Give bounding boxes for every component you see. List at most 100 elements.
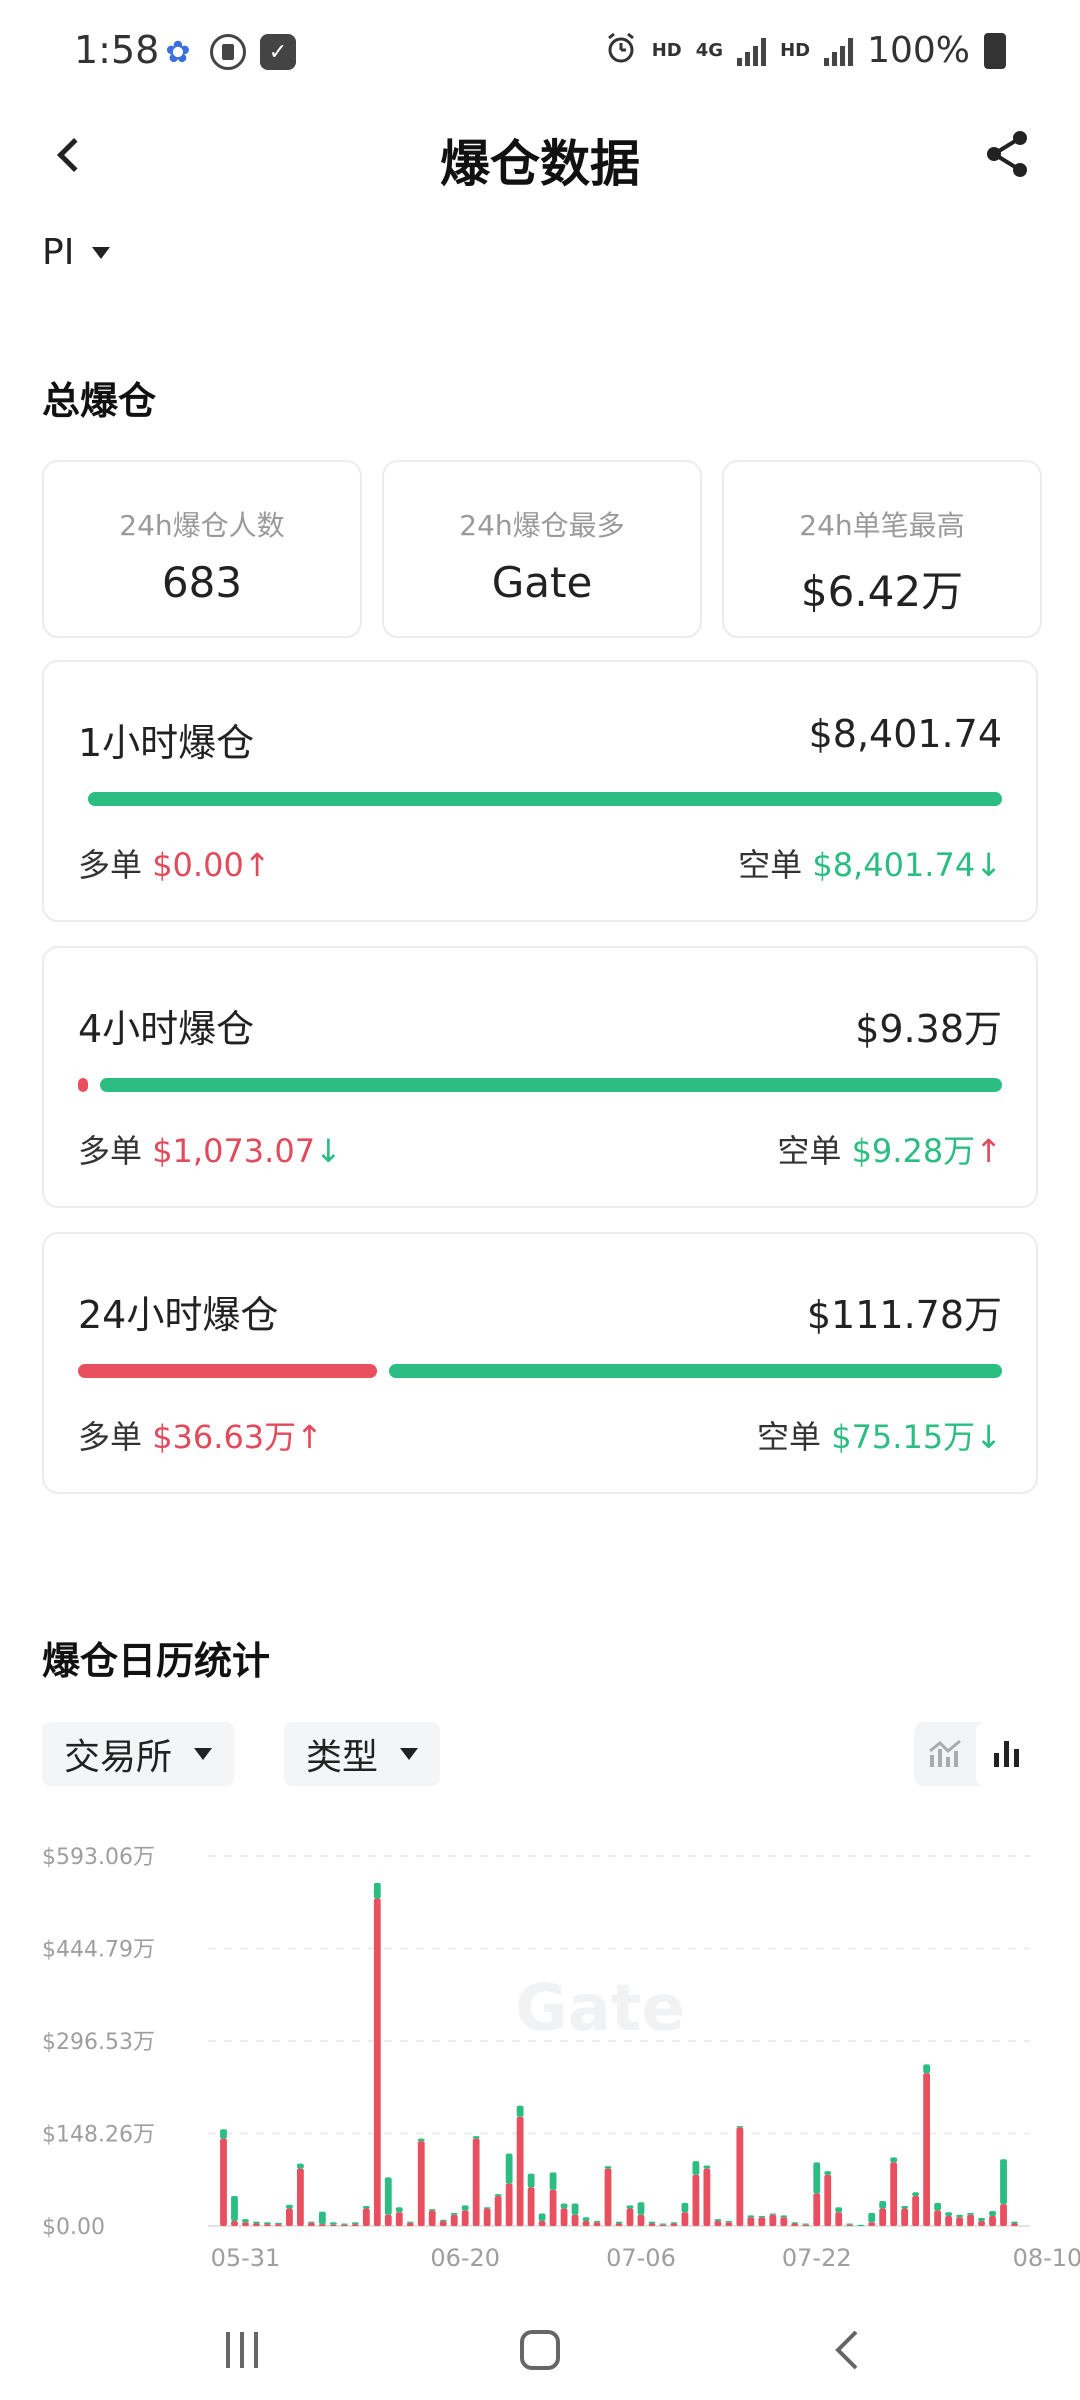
chart-watermark: Gate: [515, 1972, 685, 2046]
bar-short: [725, 2221, 733, 2223]
bar-short: [384, 2177, 392, 2215]
bar-short: [747, 2215, 755, 2218]
bar-short: [220, 2129, 227, 2139]
liquidation-title: 24小时爆仓: [78, 1293, 279, 1337]
recent-apps-button[interactable]: [212, 2320, 272, 2380]
bar-short: [648, 2221, 656, 2224]
bar-long: [879, 2208, 887, 2226]
baidu-paw-icon: ✿: [165, 34, 191, 70]
bar-long: [538, 2221, 546, 2226]
short-segment: [100, 1078, 1002, 1092]
bar-long: [956, 2217, 963, 2226]
bar-short: [439, 2219, 447, 2222]
bar-short: [231, 2196, 238, 2222]
bar-long: [637, 2214, 645, 2226]
bar-long: [428, 2210, 436, 2226]
y-tick-label: $0.00: [42, 2215, 105, 2240]
bar-long: [670, 2223, 678, 2226]
bar-long: [286, 2208, 293, 2226]
y-tick-label: $593.06万: [42, 1845, 155, 1870]
home-icon: [520, 2330, 560, 2370]
liquidation-card-1h: 1小时爆仓 $8,401.74 多单 $0.00↑ 空单 $8,401.74↓: [42, 660, 1038, 922]
bar-long: [472, 2138, 480, 2226]
status-time: 1:58: [74, 28, 160, 72]
bar-long: [923, 2073, 931, 2226]
bar-chart-view-button[interactable]: [976, 1722, 1038, 1786]
bar-short: [824, 2171, 832, 2175]
chart-svg: Gate $593.06万 $444.79万 $296.53万 $148.26万 $0.0…: [42, 1845, 1080, 2272]
type-filter-dropdown[interactable]: 类型: [284, 1722, 441, 1786]
stat-value: Gate: [491, 558, 593, 607]
page-title: 爆仓数据: [440, 135, 640, 193]
stat-label: 24h爆仓最多: [459, 509, 625, 542]
bar-long: [692, 2174, 700, 2226]
exchange-filter-dropdown[interactable]: 交易所: [42, 1722, 235, 1786]
y-tick-label: $148.26万: [42, 2123, 155, 2148]
bar-short: [395, 2207, 403, 2213]
long-short-ratio-bar: [78, 1078, 1002, 1092]
status-bar: 1:58 ✿ ✓ HD 4G HD 100%: [0, 0, 1080, 110]
checkbox-icon: ✓: [260, 34, 296, 70]
bar-long: [483, 2208, 491, 2226]
network-gen-label: 4G: [695, 40, 724, 61]
bar-short: [934, 2202, 942, 2211]
bar-long: [231, 2221, 238, 2226]
bar-long: [307, 2222, 315, 2226]
bar-short: [428, 2209, 436, 2211]
long-value: $1,073.07: [152, 1132, 316, 1170]
bar-long: [791, 2223, 799, 2226]
bar-short: [549, 2172, 557, 2190]
line-chart-icon: [929, 1739, 961, 1767]
long-label: 多单: [78, 846, 143, 884]
arrow-icon: ↑: [243, 846, 271, 884]
arrow-icon: ↑: [296, 1418, 323, 1456]
short-amount: 空单 $9.28万↑: [777, 1126, 1002, 1172]
signal-icon-1: [737, 36, 767, 66]
bar-short: [615, 2221, 623, 2224]
bar-long: [253, 2223, 260, 2226]
bar-long: [318, 2224, 326, 2226]
coin-symbol: PI: [42, 232, 75, 273]
calendar-section-title: 爆仓日历统计: [42, 1639, 271, 1683]
bar-short: [318, 2211, 326, 2225]
stat-value: 683: [161, 558, 243, 607]
bar-long: [780, 2217, 788, 2226]
long-segment: [78, 1078, 88, 1092]
bar-short: [912, 2192, 920, 2197]
bar-long: [648, 2223, 656, 2226]
bar-long: [439, 2221, 447, 2226]
bar-long: [945, 2216, 952, 2226]
bar-short: [923, 2064, 931, 2074]
bar-long: [725, 2222, 733, 2226]
type-filter-label: 类型: [306, 1737, 379, 1778]
bar-short: [582, 2217, 590, 2222]
home-button[interactable]: [510, 2320, 570, 2380]
bar-long: [703, 2168, 711, 2226]
caret-down-icon: [92, 246, 111, 259]
bar-long: [736, 2127, 744, 2226]
bar-short: [780, 2215, 788, 2218]
liquidation-total: $8,401.74: [808, 712, 1002, 756]
chart-view-toggle: [914, 1722, 1038, 1786]
share-button[interactable]: [980, 126, 1036, 182]
app-header: 爆仓数据: [0, 110, 1080, 200]
bar-short: [494, 2194, 502, 2197]
bar-long: [758, 2217, 766, 2226]
notification-icons: ✿ ✓: [160, 34, 296, 70]
short-amount: 空单 $8,401.74↓: [738, 840, 1002, 886]
bar-short: [670, 2222, 678, 2224]
bar-short: [362, 2206, 370, 2209]
bar-long: [901, 2208, 909, 2226]
arrow-icon: ↓: [975, 1418, 1002, 1456]
short-amount: 空单 $75.15万↓: [757, 1412, 1002, 1458]
bar-long: [824, 2174, 832, 2226]
line-chart-view-button[interactable]: [914, 1722, 976, 1786]
bar-short: [879, 2201, 887, 2209]
long-segment: [78, 1364, 377, 1378]
long-amount: 多单 $0.00↑: [78, 840, 271, 886]
bar-long: [989, 2216, 996, 2226]
bar-short: [736, 2126, 744, 2128]
bar-long: [681, 2212, 689, 2226]
system-back-button[interactable]: [818, 2320, 878, 2380]
coin-selector[interactable]: PI: [42, 232, 111, 273]
